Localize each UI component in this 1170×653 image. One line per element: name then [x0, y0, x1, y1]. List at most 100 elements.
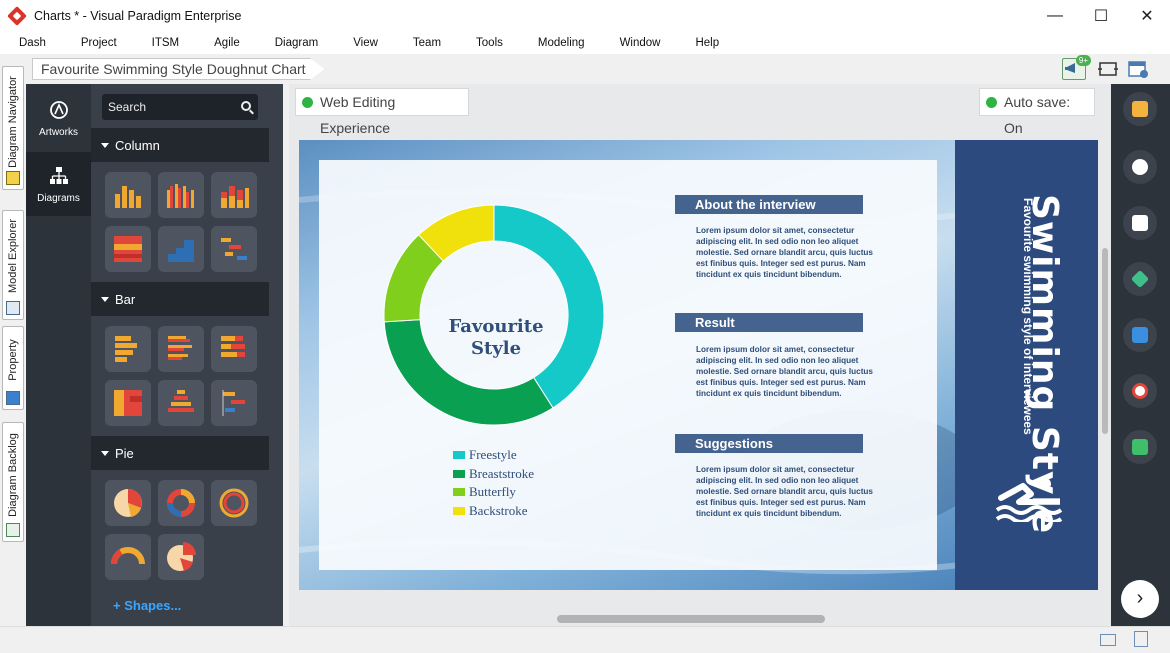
more-shapes-label: Shapes... — [124, 598, 182, 613]
diagrams-icon — [49, 166, 68, 184]
shapes-panel: Search Column Bar Pie + Shapes... — [91, 84, 371, 626]
tab-diagram-navigator[interactable]: Diagram Navigator — [2, 66, 24, 190]
tab-model-explorer[interactable]: Model Explorer — [2, 210, 24, 320]
tab-diagram-backlog[interactable]: Diagram Backlog — [2, 422, 24, 542]
next-arrow-button[interactable]: › — [1121, 580, 1159, 618]
legend-item-backstroke: Backstroke — [453, 502, 534, 521]
canvas-vertical-scrollbar[interactable] — [1102, 248, 1108, 434]
stacked-bar-shape[interactable] — [211, 326, 257, 372]
history-icon — [1132, 383, 1148, 399]
exploded-pie-shape[interactable] — [158, 534, 204, 580]
section-label: Bar — [115, 291, 136, 307]
menu-dash[interactable]: Dash — [6, 37, 59, 49]
mail-icon[interactable] — [1100, 634, 1116, 646]
gantt-column-shape[interactable] — [211, 226, 257, 272]
heatmap-icon — [114, 236, 142, 262]
menu-diagram[interactable]: Diagram — [262, 37, 331, 49]
breadcrumb[interactable]: Favourite Swimming Style Doughnut Chart — [32, 58, 325, 80]
bar-chart-shape[interactable] — [105, 326, 151, 372]
panels-button[interactable] — [1123, 318, 1157, 352]
search-input[interactable]: Search — [102, 94, 258, 120]
step-chart-icon — [168, 240, 194, 262]
half-doughnut-icon — [111, 547, 145, 565]
stacked-bar-icon — [221, 336, 245, 357]
backlog-icon — [6, 523, 20, 537]
format-painter-button[interactable] — [1123, 92, 1157, 126]
section-heading-about: About the interview — [675, 195, 863, 214]
nav-artworks-label: Artworks — [39, 126, 78, 138]
comment-button[interactable] — [1123, 430, 1157, 464]
heatmap-bar-shape[interactable] — [105, 380, 151, 426]
half-doughnut-shape[interactable] — [105, 534, 151, 580]
step-column-shape[interactable] — [158, 226, 204, 272]
menu-modeling[interactable]: Modeling — [525, 37, 598, 49]
bar-chart-icon — [115, 336, 137, 362]
maximize-button[interactable]: ☐ — [1078, 0, 1124, 32]
menu-window[interactable]: Window — [607, 37, 674, 49]
fit-page-icon[interactable] — [1096, 58, 1120, 80]
breadcrumb-bar: Favourite Swimming Style Doughnut Chart … — [26, 54, 1170, 84]
left-side-tabs: Diagram Navigator Model Explorer Propert… — [0, 60, 26, 626]
stacked-column-shape[interactable] — [211, 172, 257, 218]
legend-label: Freestyle — [469, 447, 517, 463]
web-editing-toggle[interactable]: Web Editing Experience — [295, 88, 469, 136]
explorer-icon — [6, 301, 20, 315]
legend-swatch — [453, 469, 465, 478]
grouped-column-shape[interactable] — [158, 172, 204, 218]
more-shapes-link[interactable]: + Shapes... — [113, 598, 181, 613]
nav-artworks[interactable]: Artworks — [26, 86, 91, 150]
range-bar-shape[interactable] — [211, 380, 257, 426]
legend-label: Backstroke — [469, 502, 528, 518]
column-chart-shape[interactable] — [105, 172, 151, 218]
diagram-settings-icon[interactable] — [1126, 58, 1150, 80]
document-icon[interactable] — [1134, 631, 1148, 647]
pyramid-bar-shape[interactable] — [158, 380, 204, 426]
legend-item-freestyle: Freestyle — [453, 446, 534, 465]
canvas-horizontal-scrollbar[interactable] — [557, 615, 825, 623]
exploded-pie-icon — [167, 542, 196, 571]
diagram-canvas[interactable]: Web Editing Experience Auto save: On Fav… — [289, 84, 1111, 626]
menu-agile[interactable]: Agile — [201, 37, 253, 49]
infographic-diagram[interactable]: Favourite Style Freestyle Breaststroke But… — [299, 140, 1098, 590]
center-title-line-1: Favourite — [448, 316, 544, 337]
pyramid-icon — [168, 390, 194, 412]
doughnut-chart[interactable] — [374, 195, 614, 435]
doughnut-chart-shape[interactable] — [158, 480, 204, 526]
menu-tools[interactable]: Tools — [463, 37, 516, 49]
menu-itsm[interactable]: ITSM — [139, 37, 192, 49]
notification-icon[interactable]: 9+ — [1062, 55, 1091, 80]
nav-diagrams[interactable]: Diagrams — [26, 152, 91, 216]
heatmap-bar-icon — [114, 390, 142, 416]
ring-chart-shape[interactable] — [211, 480, 257, 526]
history-button[interactable] — [1123, 374, 1157, 408]
zoom-icon — [1132, 159, 1148, 175]
app-logo-icon — [7, 6, 27, 26]
grouped-bar-shape[interactable] — [158, 326, 204, 372]
close-button[interactable]: ✕ — [1124, 0, 1170, 32]
layout-button[interactable] — [1123, 206, 1157, 240]
menu-view[interactable]: View — [340, 37, 391, 49]
menu-team[interactable]: Team — [400, 37, 454, 49]
center-title-line-2: Style — [470, 338, 522, 359]
heatmap-column-shape[interactable] — [105, 226, 151, 272]
section-bar[interactable]: Bar — [91, 282, 269, 316]
format-painter-icon — [1132, 101, 1148, 117]
zoom-button[interactable] — [1123, 150, 1157, 184]
autosave-toggle[interactable]: Auto save: On — [979, 88, 1095, 136]
minimize-button[interactable]: — — [1032, 0, 1078, 32]
section-pie[interactable]: Pie — [91, 436, 269, 470]
stacked-column-icon — [221, 186, 249, 208]
section-label: Pie — [115, 445, 134, 461]
notification-badge: 9+ — [1075, 55, 1091, 66]
menu-project[interactable]: Project — [68, 37, 130, 49]
section-column[interactable]: Column — [91, 128, 269, 162]
tab-property[interactable]: Property — [2, 326, 24, 410]
window-title: Charts * - Visual Paradigm Enterprise — [34, 9, 242, 23]
layers-button[interactable] — [1123, 262, 1157, 296]
chart-center-title: Favourite Style — [441, 316, 551, 360]
search-icon[interactable] — [241, 101, 251, 111]
menu-help[interactable]: Help — [682, 37, 732, 49]
status-bar — [0, 626, 1170, 653]
donut-slice-freestyle[interactable] — [493, 204, 605, 409]
pie-chart-shape[interactable] — [105, 480, 151, 526]
